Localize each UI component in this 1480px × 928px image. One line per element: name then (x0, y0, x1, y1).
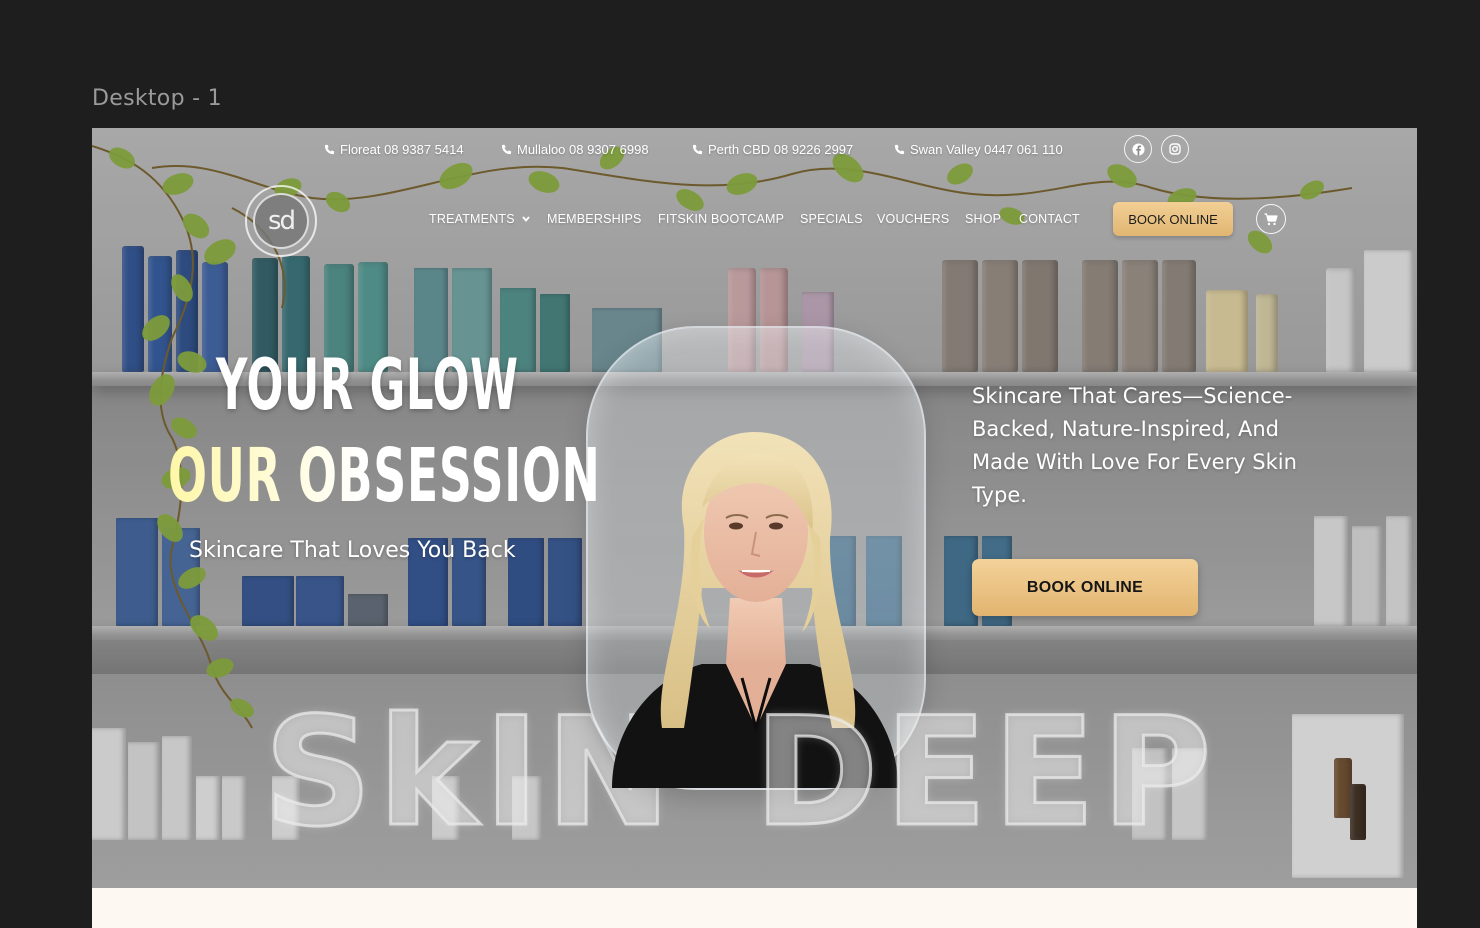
phone-icon (894, 144, 905, 155)
nav-memberships[interactable]: MEMBERSHIPS (547, 212, 642, 226)
chevron-down-icon (522, 216, 530, 222)
logo-mark: sd (253, 193, 309, 249)
cart-button[interactable] (1256, 204, 1286, 234)
hero-description: Skincare That Cares—Science-Backed, Natu… (972, 384, 1297, 507)
phone-icon (692, 144, 703, 155)
nav-book-online-button[interactable]: BOOK ONLINE (1113, 202, 1233, 236)
location-mullaloo[interactable]: Mullaloo 08 9307 6998 (501, 142, 649, 157)
frame-label: Desktop - 1 (92, 86, 222, 111)
phone-icon (324, 144, 335, 155)
hero-tagline: Skincare That Loves You Back (189, 538, 516, 563)
nav-fitskin-bootcamp[interactable]: FITSKIN BOOTCAMP (658, 212, 784, 226)
deep-word: DEEP (752, 685, 1218, 862)
hero-book-online-button[interactable]: BOOK ONLINE (972, 559, 1198, 616)
facebook-button[interactable] (1124, 135, 1152, 163)
location-swan-valley[interactable]: Swan Valley 0447 061 110 (894, 142, 1063, 157)
location-floreat[interactable]: Floreat 08 9387 5414 (324, 142, 464, 157)
hero-section: Floreat 08 9387 5414 Mullaloo 08 9307 69… (92, 128, 1417, 888)
location-label: Perth CBD 08 9226 2997 (708, 142, 854, 157)
facebook-icon (1131, 142, 1145, 156)
headline-line-1: YOUR GLOW (216, 344, 519, 426)
contact-bar: Floreat 08 9387 5414 Mullaloo 08 9307 69… (92, 140, 1417, 162)
location-label: Swan Valley 0447 061 110 (910, 142, 1063, 157)
site-logo[interactable]: sd (245, 185, 317, 257)
cart-icon (1264, 212, 1278, 225)
nav-label: TREATMENTS (429, 212, 515, 226)
headline-line-2: OUR OBSESSION (168, 433, 601, 519)
nav-vouchers[interactable]: VOUCHERS (877, 212, 949, 226)
nav-specials[interactable]: SPECIALS (800, 212, 863, 226)
website-frame: Floreat 08 9387 5414 Mullaloo 08 9307 69… (92, 128, 1417, 928)
nav-treatments[interactable]: TREATMENTS (429, 212, 530, 226)
instagram-icon (1169, 143, 1181, 155)
nav-contact[interactable]: CONTACT (1019, 212, 1080, 226)
nav-shop[interactable]: SHOP (965, 212, 1001, 226)
next-section (92, 888, 1417, 928)
location-label: Floreat 08 9387 5414 (340, 142, 464, 157)
instagram-button[interactable] (1161, 135, 1189, 163)
phone-icon (501, 144, 512, 155)
location-label: Mullaloo 08 9307 6998 (517, 142, 649, 157)
location-perth-cbd[interactable]: Perth CBD 08 9226 2997 (692, 142, 853, 157)
